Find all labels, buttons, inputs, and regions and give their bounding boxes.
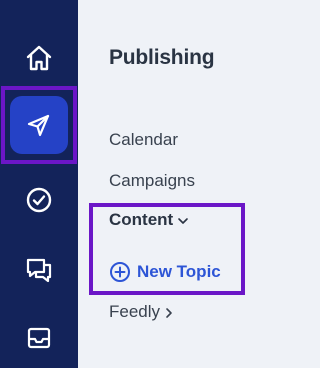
sidebar-item-publishing[interactable] xyxy=(1,86,77,164)
sidebar-item-home[interactable] xyxy=(9,28,69,88)
chat-icon xyxy=(26,258,52,283)
sidebar-item-engagement[interactable] xyxy=(9,240,69,300)
sidebar-item-inbox[interactable] xyxy=(9,308,69,368)
home-icon xyxy=(26,45,52,71)
inbox-icon xyxy=(27,327,51,349)
check-circle-icon xyxy=(26,187,52,213)
nav-item-feedly-label: Feedly xyxy=(109,302,161,321)
nav-item-campaigns[interactable]: Campaigns xyxy=(109,171,195,191)
sidebar-rail xyxy=(0,0,78,368)
active-indicator xyxy=(10,96,68,154)
send-icon xyxy=(27,114,50,137)
chevron-right-icon xyxy=(166,307,172,318)
nav-item-calendar[interactable]: Calendar xyxy=(109,130,178,150)
content-highlight-outline xyxy=(89,203,245,295)
nav-item-feedly[interactable]: Feedly xyxy=(109,302,174,322)
publishing-panel: Publishing Calendar Campaigns Content Ne… xyxy=(78,0,272,368)
sidebar-item-tasks[interactable] xyxy=(9,170,69,230)
page-title: Publishing xyxy=(109,46,215,69)
